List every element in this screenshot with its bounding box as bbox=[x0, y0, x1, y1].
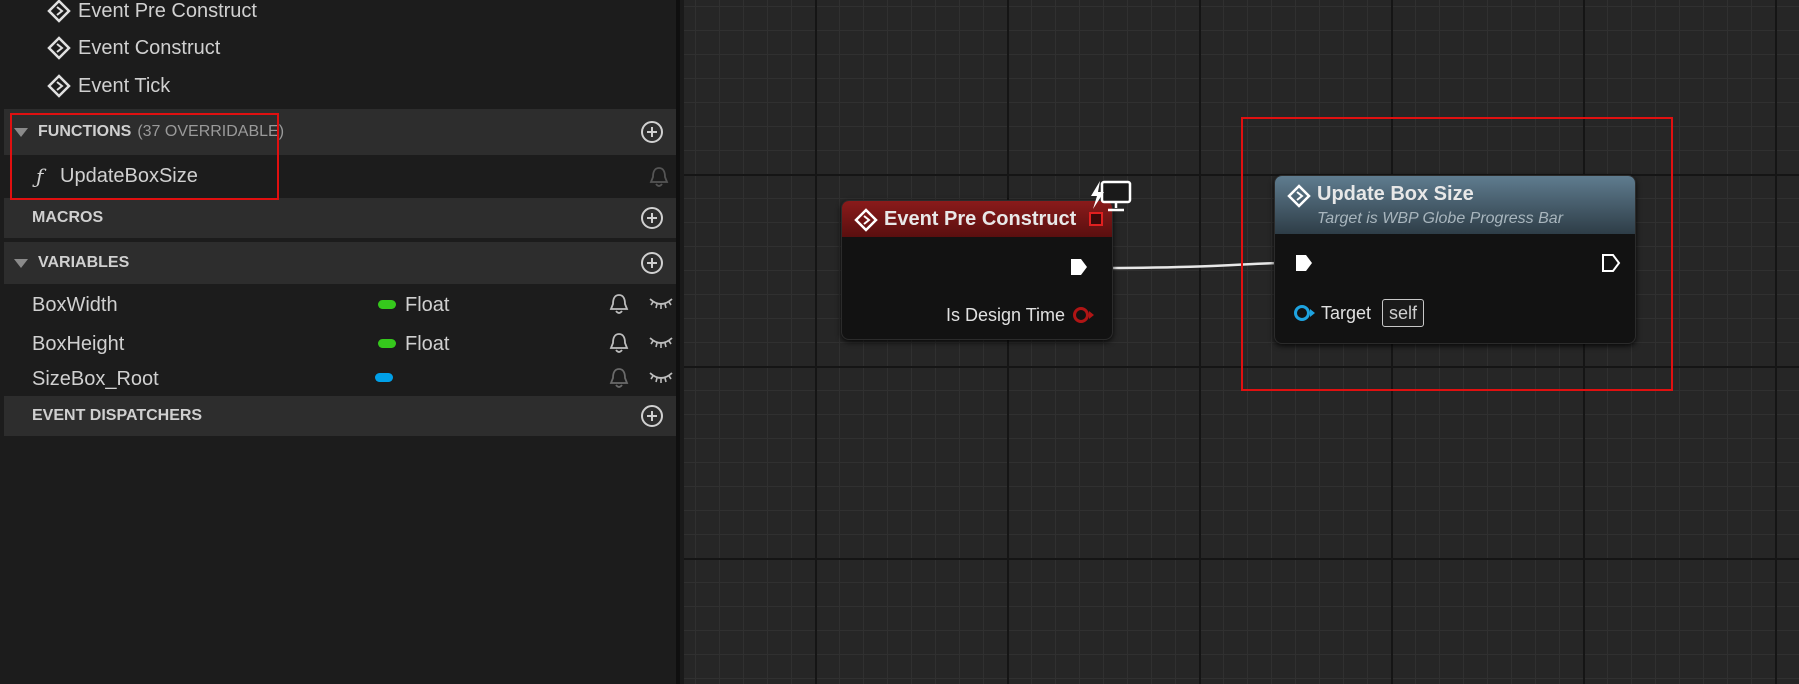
pin-label: Is Design Time bbox=[946, 305, 1066, 325]
bell-icon[interactable] bbox=[608, 366, 630, 390]
exec-out-pin-icon[interactable] bbox=[1069, 257, 1089, 277]
eye-closed-icon[interactable] bbox=[648, 333, 674, 351]
variable-type[interactable]: Float bbox=[405, 333, 449, 356]
variables-section-header[interactable]: VARIABLES bbox=[4, 242, 676, 284]
macros-section-header[interactable]: MACROS bbox=[4, 198, 676, 238]
event-item-construct[interactable]: Event Construct bbox=[0, 29, 676, 67]
variable-item-sizebox-root[interactable]: SizeBox_Root bbox=[0, 360, 676, 396]
add-function-icon[interactable] bbox=[640, 120, 664, 144]
dispatchers-header-label: EVENT DISPATCHERS bbox=[32, 407, 203, 424]
event-diamond-icon bbox=[46, 35, 72, 61]
event-item-pre-construct[interactable]: Event Pre Construct bbox=[0, 0, 676, 30]
editor-only-monitor-icon bbox=[1091, 180, 1132, 212]
eye-closed-icon[interactable] bbox=[648, 368, 674, 386]
variable-item-boxwidth[interactable]: BoxWidth Float bbox=[0, 286, 676, 322]
node-title: Event Pre Construct bbox=[884, 208, 1077, 230]
event-label: Event Tick bbox=[78, 74, 171, 97]
float-type-pill-icon bbox=[378, 300, 396, 309]
bell-icon[interactable] bbox=[608, 292, 630, 316]
node-highlight-box bbox=[1241, 117, 1673, 391]
event-dispatchers-section-header[interactable]: EVENT DISPATCHERS bbox=[4, 396, 676, 436]
event-label: Event Pre Construct bbox=[78, 0, 257, 22]
variable-type[interactable]: Float bbox=[405, 294, 449, 317]
variable-name: BoxWidth bbox=[32, 294, 118, 316]
node-header[interactable]: Event Pre Construct bbox=[842, 201, 1112, 237]
event-label: Event Construct bbox=[78, 36, 221, 59]
event-diamond-icon bbox=[46, 73, 72, 99]
add-macro-icon[interactable] bbox=[640, 206, 664, 230]
add-variable-icon[interactable] bbox=[640, 251, 664, 275]
functions-highlight-box bbox=[10, 113, 279, 200]
bool-pin-icon[interactable] bbox=[1070, 305, 1096, 325]
add-dispatcher-icon[interactable] bbox=[640, 404, 664, 428]
variable-item-boxheight[interactable]: BoxHeight Float bbox=[0, 325, 676, 361]
event-pre-construct-node[interactable]: Event Pre Construct Is Design Time bbox=[841, 200, 1113, 340]
event-item-tick[interactable]: Event Tick bbox=[0, 67, 676, 105]
collapse-arrow-icon[interactable] bbox=[14, 258, 28, 268]
eye-closed-icon[interactable] bbox=[648, 294, 674, 312]
event-graph-canvas[interactable]: Event Pre Construct Is Design Time Updat… bbox=[684, 0, 1799, 684]
my-blueprint-panel: Event Pre Construct Event Construct Even… bbox=[0, 0, 680, 684]
variable-name: SizeBox_Root bbox=[32, 368, 159, 390]
bell-icon[interactable] bbox=[648, 165, 670, 189]
macros-header-label: MACROS bbox=[32, 209, 104, 226]
event-diamond-icon bbox=[46, 0, 72, 24]
float-type-pill-icon bbox=[378, 339, 396, 348]
variable-name: BoxHeight bbox=[32, 333, 125, 355]
bell-icon[interactable] bbox=[608, 331, 630, 355]
object-type-pill-icon bbox=[375, 373, 393, 382]
variables-header-label: VARIABLES bbox=[38, 254, 130, 271]
event-diamond-icon bbox=[854, 208, 878, 232]
